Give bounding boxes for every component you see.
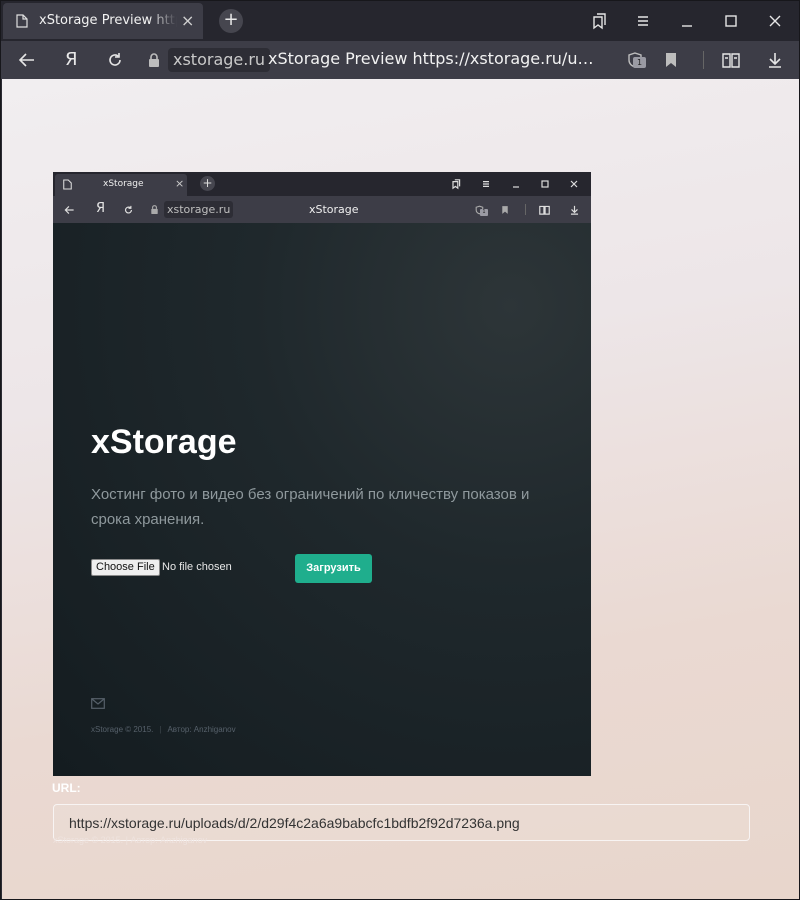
download-icon[interactable]: [764, 50, 786, 70]
upload-button: Загрузить: [295, 554, 372, 583]
preview-site: xStorage Хостинг фото и видео без ограни…: [53, 223, 591, 776]
site-subtitle: Хостинг фото и видео без ограничений по …: [91, 486, 530, 528]
page-content: xStorage × + Я xstorage.ru xStorage 1 xS…: [2, 79, 799, 899]
close-icon: ×: [175, 177, 185, 190]
address-domain[interactable]: xstorage.ru: [168, 48, 271, 72]
footer-separator: |: [159, 725, 162, 734]
tab-title: xStorage Preview https://xstorage.ru/upl…: [39, 13, 177, 28]
preview-tab-bar: xStorage × +: [53, 172, 591, 196]
file-status: No file chosen: [162, 561, 232, 573]
minimize-icon[interactable]: [677, 11, 697, 31]
toolbar-divider: [703, 51, 704, 69]
back-icon: [64, 206, 74, 214]
bookmark-icon[interactable]: [660, 50, 682, 70]
yandex-button[interactable]: Я: [65, 49, 78, 70]
preview-tab-title: xStorage: [103, 179, 144, 189]
lock-icon[interactable]: [147, 52, 161, 68]
maximize-icon: [541, 180, 549, 188]
close-icon[interactable]: ×: [181, 11, 194, 30]
choose-file-button: Choose File: [91, 559, 160, 576]
faded-footer: xStorage © 2015. | Автор: Anzhiganov: [53, 835, 208, 845]
preview-address-title: xStorage: [309, 203, 359, 216]
reader-icon: [539, 205, 550, 215]
toolbar-divider: [525, 204, 526, 215]
preview-protect-badge: 1: [480, 209, 488, 216]
reload-icon: [124, 205, 133, 214]
preview-image[interactable]: xStorage × + Я xstorage.ru xStorage 1 xS…: [53, 172, 591, 776]
reload-icon[interactable]: [104, 50, 126, 70]
lock-icon: [151, 205, 158, 214]
plus-icon: +: [200, 176, 215, 191]
menu-icon: [483, 181, 489, 187]
footer-copyright: xStorage © 2015.: [91, 725, 154, 734]
maximize-icon[interactable]: [721, 11, 741, 31]
bookmark-icon: [502, 206, 508, 214]
tab-bar: xStorage Preview https://xstorage.ru/upl…: [1, 1, 799, 41]
page-icon: [16, 14, 28, 28]
navigation-bar: Я xstorage.ru xStorage Preview https://x…: [1, 41, 799, 79]
reader-icon[interactable]: [720, 50, 742, 70]
page-icon: [63, 179, 72, 190]
collections-icon[interactable]: [589, 11, 609, 31]
preview-tab: xStorage ×: [55, 174, 187, 196]
minimize-icon: [513, 186, 519, 188]
window-close-icon: [570, 180, 578, 188]
download-icon: [570, 205, 579, 215]
menu-icon[interactable]: [633, 11, 653, 31]
window-close-icon[interactable]: [765, 11, 785, 31]
browser-window: xStorage Preview https://xstorage.ru/upl…: [0, 0, 800, 900]
plus-icon[interactable]: +: [219, 9, 243, 33]
preview-nav-bar: Я xstorage.ru xStorage 1: [53, 196, 591, 223]
url-label: URL:: [52, 781, 81, 795]
protect-badge: 1: [633, 57, 646, 68]
tab-active[interactable]: xStorage Preview https://xstorage.ru/upl…: [3, 3, 203, 39]
url-value[interactable]: https://xstorage.ru/uploads/d/2/d29f4c2a…: [69, 815, 520, 831]
site-title: xStorage: [91, 423, 237, 461]
collections-icon: [452, 179, 461, 190]
mail-icon: [91, 698, 105, 709]
preview-address-domain: xstorage.ru: [164, 201, 234, 218]
footer-author: Автор: Anzhiganov: [167, 725, 236, 734]
address-title[interactable]: xStorage Preview https://xstorage.ru/upl…: [268, 49, 598, 68]
site-footer: xStorage © 2015. | Автор: Anzhiganov: [91, 725, 236, 734]
back-icon[interactable]: [16, 50, 38, 70]
yandex-button: Я: [96, 201, 106, 216]
